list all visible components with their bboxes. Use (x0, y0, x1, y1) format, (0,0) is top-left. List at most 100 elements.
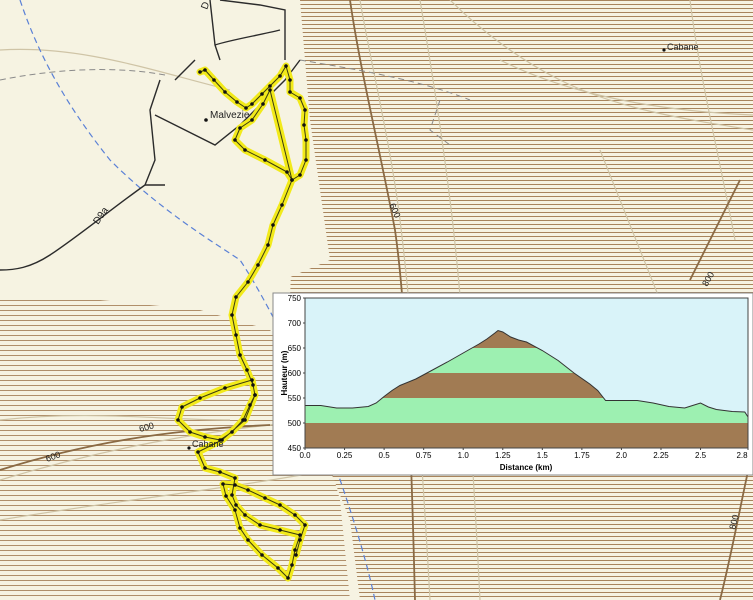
shelter-marker-icon (662, 48, 666, 52)
x-tick-label: 1.0 (458, 451, 470, 460)
track-point (218, 470, 222, 474)
track-point (233, 508, 237, 512)
track-point (198, 396, 202, 400)
track-point (212, 78, 216, 82)
track-point (196, 450, 200, 454)
y-tick-label: 500 (288, 419, 302, 428)
track-point (251, 383, 255, 387)
track-point (223, 386, 227, 390)
track-point (263, 496, 267, 500)
track-point (230, 313, 234, 317)
track-point (243, 418, 247, 422)
track-point (286, 576, 290, 580)
track-point (234, 295, 238, 299)
track-point (298, 96, 302, 100)
track-point (233, 483, 237, 487)
track-point (246, 280, 250, 284)
x-tick-label: 1.5 (537, 451, 549, 460)
track-point (245, 368, 249, 372)
track-point (293, 548, 297, 552)
place-cabane-top[interactable]: Cabane (662, 42, 699, 52)
place-malvezie[interactable]: Malvezie (204, 110, 250, 122)
x-tick-label: 0.25 (337, 451, 353, 460)
track-point (263, 158, 267, 162)
track-point (221, 482, 225, 486)
track-point (224, 494, 228, 498)
place-cabane-bottom[interactable]: Cabane (187, 439, 224, 450)
track-point (278, 528, 282, 532)
track-point (258, 523, 262, 527)
y-tick-label: 600 (288, 369, 302, 378)
track-point (302, 123, 306, 127)
x-tick-label: 2.25 (653, 451, 669, 460)
track-point (250, 378, 254, 382)
track-point (280, 203, 284, 207)
shelter-marker-icon (187, 446, 191, 450)
elevation-band (305, 423, 748, 448)
track-point (235, 100, 239, 104)
x-tick-label: 2.0 (616, 451, 628, 460)
track-point (304, 158, 308, 162)
shelter-label: Cabane (192, 439, 224, 449)
track-point (290, 178, 294, 182)
track-point (246, 538, 250, 542)
shelter-label: Cabane (667, 42, 699, 52)
track-point (298, 538, 302, 542)
track-point (278, 74, 282, 78)
town-label: Malvezie (210, 110, 250, 121)
track-point (203, 466, 207, 470)
track-point (223, 90, 227, 94)
track-point (248, 403, 252, 407)
track-point (198, 70, 202, 74)
track-point (293, 513, 297, 517)
track-point (271, 223, 275, 227)
track-point (233, 138, 237, 142)
track-point (176, 418, 180, 422)
track-point (234, 503, 238, 507)
x-tick-label: 0.5 (379, 451, 391, 460)
x-tick-label: 0.0 (299, 451, 311, 460)
y-tick-label: 550 (288, 394, 302, 403)
x-tick-label: 0.75 (416, 451, 432, 460)
elevation-profile-panel: 450500550600650700750 0.0 0.25 0.5 0.75 1.0 1… (272, 292, 753, 476)
track-point (288, 90, 292, 94)
track-point (250, 102, 254, 106)
track-point (180, 405, 184, 409)
track-point (238, 126, 242, 130)
track-point (234, 333, 238, 337)
track-point (253, 393, 257, 397)
x-axis-label: Distance (km) (500, 463, 553, 472)
x-tick-label: 1.25 (495, 451, 511, 460)
track-point (284, 64, 288, 68)
track-point (238, 353, 242, 357)
track-point (230, 493, 234, 497)
track-point (303, 108, 307, 112)
x-tick-label: 2.5 (695, 451, 707, 460)
track-point (250, 118, 254, 122)
track-point (290, 563, 294, 567)
track-point (203, 68, 207, 72)
track-point (246, 488, 250, 492)
track-point (268, 88, 272, 92)
track-point (230, 430, 234, 434)
track-point (288, 78, 292, 82)
track-point (266, 243, 270, 247)
track-point (294, 553, 298, 557)
y-tick-label: 750 (288, 294, 302, 303)
track-point (303, 523, 307, 527)
track-point (278, 503, 282, 507)
track-point (243, 148, 247, 152)
track-point (233, 476, 237, 480)
track-point (188, 430, 192, 434)
x-tick-label: 2.8 (736, 451, 748, 460)
track-point (256, 263, 260, 267)
track-point (261, 102, 265, 106)
track-point (238, 526, 242, 530)
y-tick-label: 700 (288, 319, 302, 328)
topographic-map[interactable]: D9a D Malvezie Cabane Cabane 600 600 600… (0, 0, 753, 600)
track-point (260, 553, 264, 557)
track-point (298, 173, 302, 177)
track-point (260, 92, 264, 96)
x-tick-label: 1.75 (574, 451, 590, 460)
y-axis-label: Hauteur (m) (280, 350, 289, 395)
